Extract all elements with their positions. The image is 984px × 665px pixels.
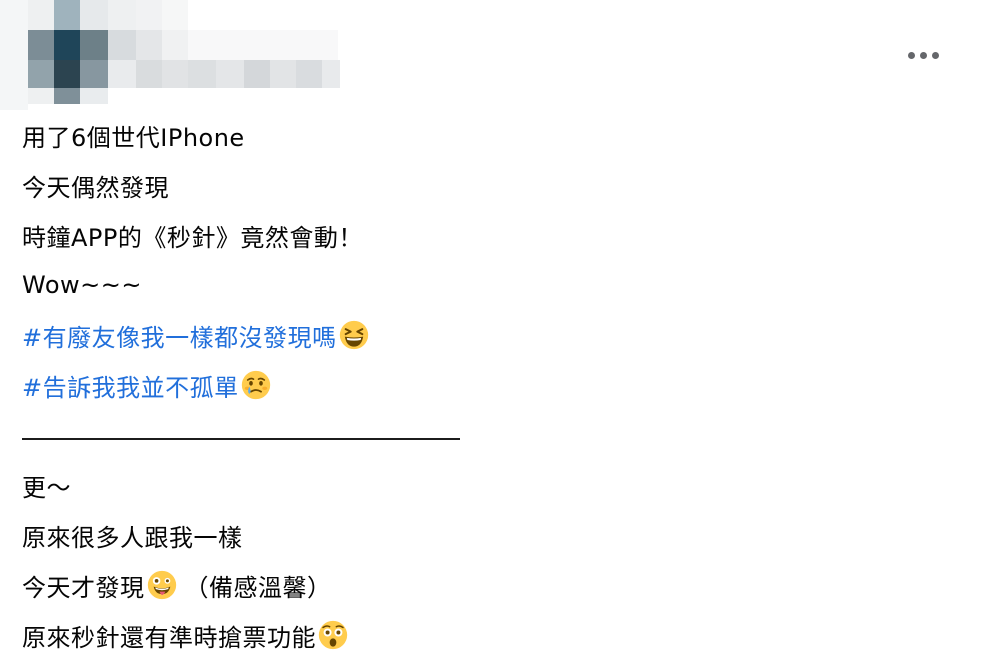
more-horizontal-icon	[907, 51, 915, 59]
post-text: 用了6個世代IPhone 今天偶然發現 時鐘APP的《秒針》竟然會動！ Wow~…	[22, 110, 942, 660]
post-line: 今天才發現 （備感溫馨）	[22, 560, 942, 610]
post-text-segment: 今天才發現	[22, 573, 145, 602]
post-line: Wow~~~	[22, 271, 142, 299]
more-horizontal-icon	[919, 51, 927, 59]
post-line: 今天偶然發現	[22, 173, 169, 202]
divider	[22, 410, 942, 460]
post-text-segment: （備感溫馨）	[184, 573, 332, 602]
post-text-segment: 原來秒針還有準時搶票功能	[22, 623, 316, 652]
post-line: 原來很多人跟我一樣	[22, 523, 243, 552]
hashtag-link[interactable]: #告訴我我並不孤單	[22, 368, 239, 403]
more-horizontal-icon	[931, 51, 939, 59]
hashtag-line: #告訴我我並不孤單	[22, 360, 942, 410]
more-options-button[interactable]	[900, 40, 946, 70]
censored-avatar-name[interactable]	[0, 0, 360, 110]
post-line: 更～	[22, 473, 71, 502]
post-line: 用了6個世代IPhone	[22, 123, 245, 152]
astonished-face-icon	[318, 620, 348, 650]
hashtag-line: #有廢友像我一樣都沒發現嗎	[22, 310, 942, 360]
divider-bar	[22, 438, 460, 440]
post-card: 用了6個世代IPhone 今天偶然發現 時鐘APP的《秒針》竟然會動！ Wow~…	[0, 0, 984, 665]
grinning-squinting-face-icon	[339, 320, 368, 350]
post-line: 原來秒針還有準時搶票功能	[22, 610, 942, 660]
post-line: 時鐘APP的《秒針》竟然會動！	[22, 223, 363, 252]
pleading-tear-face-icon	[241, 370, 270, 400]
zany-face-icon	[147, 570, 176, 600]
hashtag-link[interactable]: #有廢友像我一樣都沒發現嗎	[22, 318, 337, 353]
